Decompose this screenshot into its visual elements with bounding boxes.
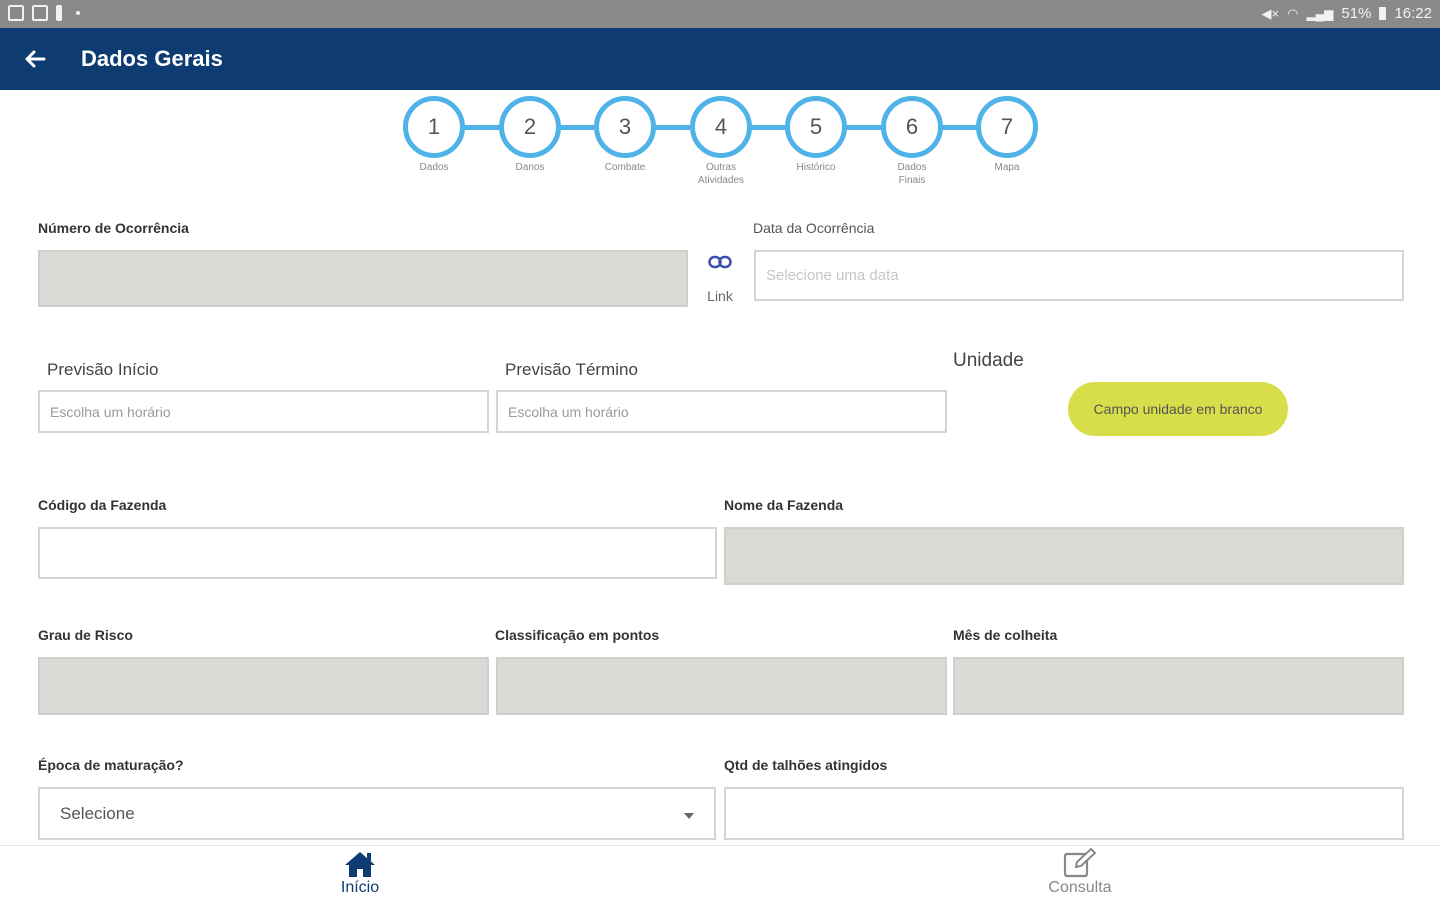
status-bar-right: ◀× ◠ ▂▄▆ 51% 16:22 [1262,5,1432,22]
mute-icon: ◀× [1261,5,1280,21]
grau-risco-label: Grau de Risco [38,627,133,643]
previsao-termino-label: Previsão Término [505,360,638,379]
previsao-inicio-placeholder: Escolha um horário [50,403,171,420]
step-label: Mapa [994,162,1020,173]
nav-inicio-label: Início [340,879,380,896]
dropdown-arrow-icon [684,804,694,824]
step-circle: 4 [690,96,752,158]
epoca-maturacao-selected: Selecione [60,803,135,823]
step-5[interactable]: 5 Histórico [776,96,856,174]
step-label: Dados [419,162,449,173]
status-bar-left-icons [8,5,80,21]
nav-consulta[interactable]: Consulta [1000,846,1160,901]
back-arrow-icon[interactable] [20,42,50,76]
step-label: Dados Finais [897,162,927,186]
codigo-fazenda-input[interactable] [38,527,717,579]
mes-colheita-field [953,657,1404,715]
step-circle: 2 [499,96,561,158]
page-title: Dados Gerais [81,46,223,71]
qtd-talhoes-label: Qtd de talhões atingidos [724,757,888,773]
step-label: Histórico [796,162,836,173]
battery-icon [1379,7,1387,20]
step-label: Outras Atividades [697,162,745,186]
mes-colheita-label: Mês de colheita [953,627,1058,643]
numero-ocorrencia-label: Número de Ocorrência [38,220,189,236]
epoca-maturacao-select[interactable]: Selecione [38,787,716,840]
step-4[interactable]: 4 Outras Atividades [681,96,761,187]
step-3[interactable]: 3 Combate [585,96,665,174]
nome-fazenda-label: Nome da Fazenda [724,497,844,513]
previsao-inicio-field[interactable]: Escolha um horário [38,390,489,433]
step-circle: 1 [403,96,465,158]
link-label: Link [707,288,733,304]
step-2[interactable]: 2 Danos [490,96,570,174]
status-bar: ◀× ◠ ▂▄▆ 51% 16:22 [0,0,1440,28]
clock: 16:22 [1394,5,1432,22]
classificacao-pontos-label: Classificação em pontos [495,627,660,643]
classificacao-pontos-field [496,657,947,715]
step-circle: 5 [785,96,847,158]
grau-risco-field [38,657,489,715]
nav-inicio[interactable]: Início [280,846,440,901]
edit-icon [1000,846,1160,878]
step-7[interactable]: 7 Mapa [967,96,1047,174]
previsao-termino-placeholder: Escolha um horário [508,403,629,420]
step-6[interactable]: 6 Dados Finais [872,96,952,187]
gallery-notification-icon [8,5,24,21]
step-1[interactable]: 1 Dados [394,96,474,174]
nome-fazenda-field [724,527,1404,585]
numero-ocorrencia-field [38,250,688,307]
unidade-empty-badge[interactable]: Campo unidade em branco [1068,382,1288,436]
unidade-label: Unidade [953,350,1024,371]
home-icon [280,846,440,878]
wifi-icon: ◠ [1287,5,1299,21]
battery-percent: 51% [1341,5,1372,22]
previsao-termino-field[interactable]: Escolha um horário [496,390,947,433]
usb-notification-icon [56,5,62,21]
step-circle: 3 [594,96,656,158]
nav-consulta-label: Consulta [1048,879,1112,896]
more-notifications-icon [76,11,80,15]
step-circle: 7 [976,96,1038,158]
edit-notification-icon [32,5,48,21]
link-icon [700,250,740,274]
qtd-talhoes-input[interactable] [724,787,1404,840]
epoca-maturacao-label: Época de maturação? [38,757,184,773]
stepper: 1 Dados 2 Danos 3 Combate 4 Outras Ativi… [402,96,1042,196]
step-label: Danos [515,162,545,173]
codigo-fazenda-label: Código da Fazenda [38,497,167,513]
signal-icon: ▂▄▆ [1306,6,1334,21]
data-ocorrencia-field[interactable]: Selecione uma data [754,250,1404,301]
step-label: Combate [604,162,646,173]
app-bar: Dados Gerais [0,28,1440,90]
step-circle: 6 [881,96,943,158]
data-ocorrencia-placeholder: Selecione uma data [766,267,899,284]
data-ocorrencia-label: Data da Ocorrência [753,220,875,236]
link-button[interactable]: Link [700,250,740,310]
previsao-inicio-label: Previsão Início [47,360,159,379]
bottom-navigation: Início Consulta [0,845,1440,901]
